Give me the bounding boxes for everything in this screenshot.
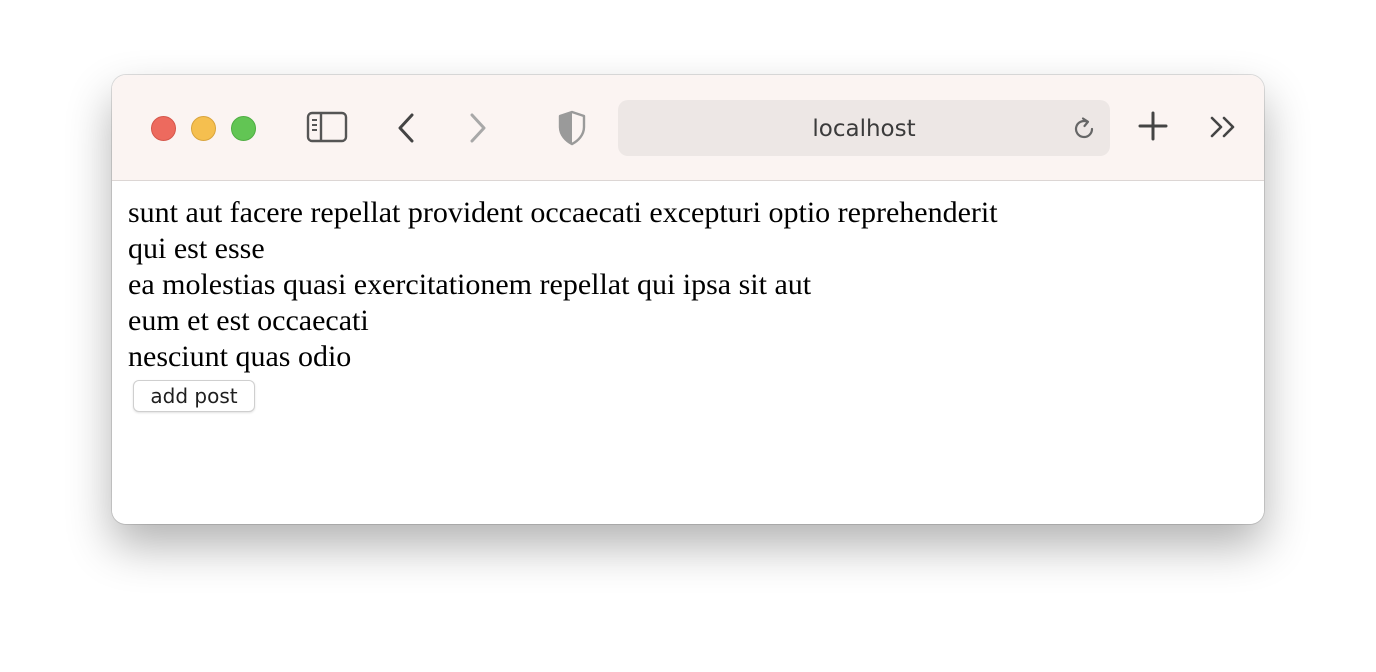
maximize-window-button[interactable] <box>231 116 256 141</box>
more-chevrons-icon[interactable] <box>1208 113 1240 141</box>
address-text: localhost <box>812 116 916 142</box>
browser-toolbar: localhost <box>112 75 1264 181</box>
post-title: qui est esse <box>128 232 265 265</box>
page-content: sunt aut facere repellat provident occae… <box>112 181 1264 524</box>
back-chevron-icon[interactable] <box>394 109 420 147</box>
new-tab-plus-icon[interactable] <box>1136 109 1170 143</box>
privacy-shield-icon[interactable] <box>556 109 588 147</box>
minimize-window-button[interactable] <box>191 116 216 141</box>
close-window-button[interactable] <box>151 116 176 141</box>
reload-icon[interactable] <box>1071 116 1097 142</box>
post-title: eum et est occaecati <box>128 304 369 337</box>
browser-window: localhost sunt aut facere repellat provi… <box>112 75 1264 524</box>
sidebar-icon[interactable] <box>306 111 348 143</box>
post-title: nesciunt quas odio <box>128 340 352 373</box>
add-post-button[interactable]: add post <box>133 380 255 412</box>
forward-chevron-icon[interactable] <box>464 109 490 147</box>
post-list: sunt aut facere repellat provident occae… <box>128 195 998 375</box>
post-title: sunt aut facere repellat provident occae… <box>128 196 998 229</box>
post-title: ea molestias quasi exercitationem repell… <box>128 268 812 301</box>
address-bar[interactable]: localhost <box>618 100 1110 156</box>
